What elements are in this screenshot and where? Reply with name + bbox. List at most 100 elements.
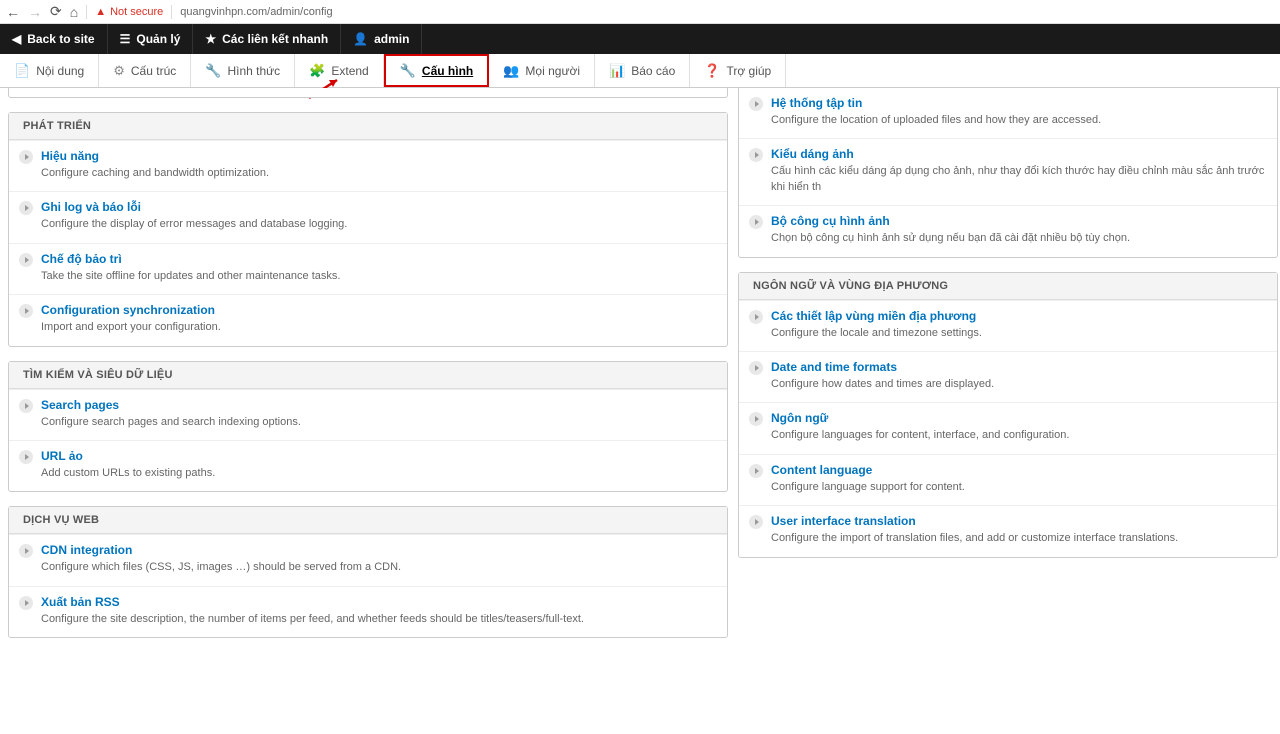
quicklinks-label: Các liên kết nhanh [222,32,328,46]
tab-extend[interactable]: 🧩Extend [295,54,384,87]
tab-help-label: Trợ giúp [726,64,771,78]
arrow-bullet-icon [749,412,763,426]
panel-title: PHÁT TRIỂN [9,113,727,140]
arrow-bullet-icon [749,215,763,229]
config-desc: Configure how dates and times are displa… [771,377,1265,392]
config-link-image-styles[interactable]: Kiểu dáng ảnh [771,147,854,161]
config-link-datetime-formats[interactable]: Date and time formats [771,360,897,374]
config-desc: Configure which files (CSS, JS, images …… [41,560,715,575]
arrow-bullet-icon [19,596,33,610]
config-desc: Configure the import of translation file… [771,531,1265,546]
admin-tabs: 📄 Nội dung ⚙Cấu trúc 🔧 Hình thức 🧩Extend 🔧… [0,54,1280,88]
config-item: CDN integration Configure which files (C… [9,534,727,585]
arrow-bullet-icon [749,464,763,478]
home-icon[interactable]: ⌂ [70,4,78,20]
arrow-bullet-icon [19,399,33,413]
config-link-maintenance[interactable]: Chế độ bảo trì [41,252,122,266]
panel-regional-language: NGÔN NGỮ VÀ VÙNG ĐỊA PHƯƠNG Các thiết lậ… [738,272,1278,558]
config-desc: Chọn bộ công cụ hình ảnh sử dụng nếu bạn… [771,231,1265,246]
config-link-content-language[interactable]: Content language [771,463,872,477]
config-link-performance[interactable]: Hiệu năng [41,149,99,163]
tab-content-label: Nội dung [36,64,84,78]
tab-appearance[interactable]: 🔧 Hình thức [191,54,295,87]
warning-icon: ▲ [95,6,106,18]
config-item: URL ảo Add custom URLs to existing paths… [9,440,727,491]
config-desc: Cấu hình các kiểu dáng áp dụng cho ảnh, … [771,164,1265,195]
tab-config[interactable]: 🔧 Cấu hình [384,54,490,87]
tab-appearance-label: Hình thức [227,64,280,78]
arrow-bullet-icon [749,310,763,324]
arrow-bullet-icon [19,201,33,215]
tab-content[interactable]: 📄 Nội dung [0,54,99,87]
config-link-languages[interactable]: Ngôn ngữ [771,411,828,425]
wrench-icon: 🔧 [400,63,416,79]
config-link-file-system[interactable]: Hệ thống tập tin [771,96,862,110]
config-link-config-sync[interactable]: Configuration synchronization [41,303,215,317]
wrench-icon: 🔧 [205,63,221,79]
config-item: Content language Configure language supp… [739,454,1277,505]
not-secure-badge[interactable]: ▲ Not secure [95,6,163,18]
back-icon[interactable]: ← [6,4,20,20]
config-desc: Configure caching and bandwidth optimiza… [41,166,715,181]
arrow-bullet-icon [749,148,763,162]
tab-people[interactable]: 👥Mọi người [489,54,595,87]
tab-reports[interactable]: 📊Báo cáo [595,54,690,87]
config-link-cdn-integration[interactable]: CDN integration [41,543,132,557]
panel-search-metadata: TÌM KIẾM VÀ SIÊU DỮ LIỆU Search pages Co… [8,361,728,493]
tab-extend-label: Extend [331,64,368,78]
arrow-bullet-icon [19,253,33,267]
config-item: Ngôn ngữ Configure languages for content… [739,402,1277,453]
user-menu[interactable]: 👤admin [341,24,422,54]
back-to-site-label: Back to site [27,32,94,46]
left-column: PHÁT TRIỂN Hiệu năng Configure caching a… [8,88,728,728]
manage-label: Quản lý [136,32,180,46]
user-icon: 👤 [353,32,368,46]
config-item: Các thiết lập vùng miền địa phương Confi… [739,300,1277,351]
separator [171,5,172,19]
tab-structure[interactable]: ⚙Cấu trúc [99,54,191,87]
main-content: PHÁT TRIỂN Hiệu năng Configure caching a… [0,88,1280,728]
config-desc: Take the site offline for updates and ot… [41,269,715,284]
reload-icon[interactable]: ⟳ [50,3,62,20]
url-text[interactable]: quangvinhpn.com/admin/config [180,6,332,18]
manage-button[interactable]: ☰ Quản lý [108,24,194,54]
config-link-ui-translation[interactable]: User interface translation [771,514,916,528]
config-item: Hiệu năng Configure caching and bandwidt… [9,140,727,191]
forward-icon[interactable]: → [28,4,42,20]
config-item: Search pages Configure search pages and … [9,389,727,440]
config-item: Date and time formats Configure how date… [739,351,1277,402]
tab-help[interactable]: ❓ Trợ giúp [690,54,786,87]
right-column: Hệ thống tập tin Configure the location … [738,88,1278,728]
star-icon: ★ [205,32,216,46]
config-link-search-pages[interactable]: Search pages [41,398,119,412]
panel-web-services: DỊCH VỤ WEB CDN integration Configure wh… [8,506,728,638]
config-item: Chế độ bảo trì Take the site offline for… [9,243,727,294]
arrow-bullet-icon [19,150,33,164]
config-item: Xuất bản RSS Configure the site descript… [9,586,727,637]
config-link-image-toolkit[interactable]: Bộ công cụ hình ảnh [771,214,890,228]
not-secure-label: Not secure [110,6,163,18]
arrow-bullet-icon [19,450,33,464]
file-icon: 📄 [14,63,30,79]
tab-config-label: Cấu hình [422,64,473,78]
config-link-rss[interactable]: Xuất bản RSS [41,595,120,609]
quicklinks-button[interactable]: ★ Các liên kết nhanh [193,24,341,54]
config-link-url-aliases[interactable]: URL ảo [41,449,83,463]
panel-media: Hệ thống tập tin Configure the location … [738,88,1278,258]
arrow-bullet-icon [749,515,763,529]
browser-bar: ← → ⟳ ⌂ ▲ Not secure quangvinhpn.com/admi… [0,0,1280,24]
config-link-logging[interactable]: Ghi log và báo lỗi [41,200,141,214]
panel-stub [8,88,728,98]
tab-reports-label: Báo cáo [631,64,675,78]
tab-structure-label: Cấu trúc [131,64,176,78]
admin-toolbar: ◀Back to site ☰ Quản lý ★ Các liên kết nha… [0,24,1280,54]
config-link-regional-settings[interactable]: Các thiết lập vùng miền địa phương [771,309,976,323]
config-item: Hệ thống tập tin Configure the location … [739,88,1277,138]
config-desc: Import and export your configuration. [41,320,715,335]
config-desc: Configure the location of uploaded files… [771,113,1265,128]
back-to-site-button[interactable]: ◀Back to site [0,24,108,54]
panel-title: TÌM KIẾM VÀ SIÊU DỮ LIỆU [9,362,727,389]
menu-icon: ☰ [120,32,131,46]
help-icon: ❓ [704,63,720,79]
config-desc: Configure language support for content. [771,480,1265,495]
